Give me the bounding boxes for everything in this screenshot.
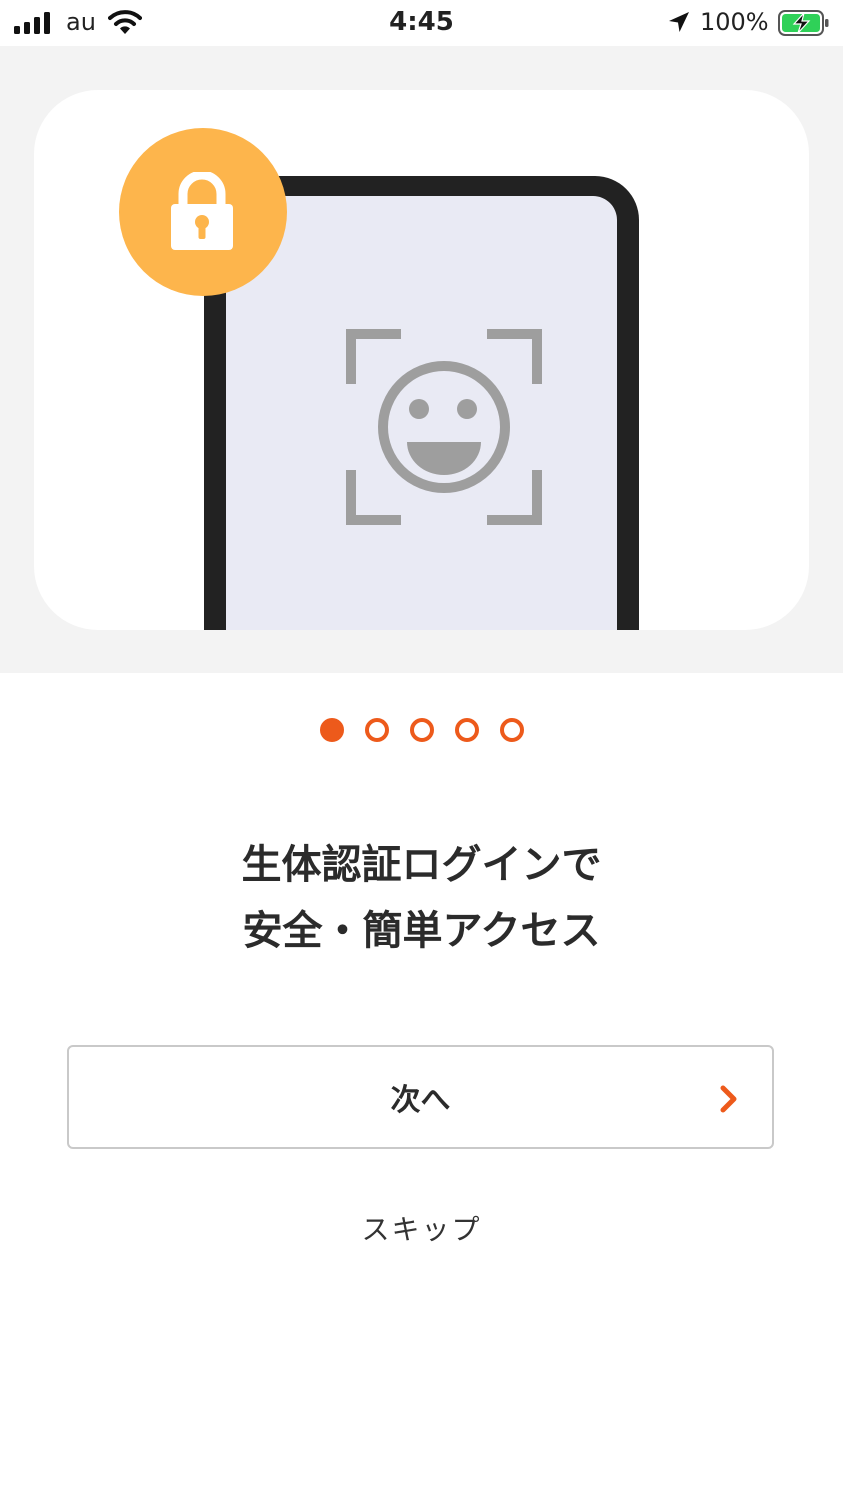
lock-icon — [171, 172, 233, 250]
onboarding-screen: au 4:45 100% 生体認証ログインで 安全・簡単アクセス 次へ スキップ — [0, 0, 843, 1499]
status-bar: au 4:45 100% — [0, 0, 843, 46]
skip-link[interactable]: スキップ — [0, 1208, 843, 1248]
location-arrow-icon — [669, 12, 689, 32]
chevron-right-icon — [720, 1085, 737, 1113]
page-dot-4[interactable] — [454, 718, 479, 742]
lock-badge — [119, 128, 287, 296]
page-dot-3[interactable] — [409, 718, 434, 742]
onboarding-headline: 生体認証ログインで 安全・簡単アクセス — [0, 832, 843, 964]
hero-illustration-area — [0, 46, 843, 673]
headline-line-1: 生体認証ログインで — [241, 842, 602, 888]
next-button[interactable]: 次へ — [67, 1045, 774, 1149]
next-button-label: 次へ — [390, 1083, 451, 1118]
page-indicator — [0, 718, 843, 744]
face-id-scan-icon — [346, 329, 542, 525]
headline-line-2: 安全・簡単アクセス — [242, 908, 601, 954]
battery-charging-icon — [778, 10, 829, 36]
page-dot-1-active[interactable] — [319, 718, 344, 742]
battery-percentage: 100% — [700, 8, 769, 36]
phone-screen — [226, 196, 617, 630]
page-dot-5[interactable] — [499, 718, 524, 742]
page-dot-2[interactable] — [364, 718, 389, 742]
hero-card — [34, 90, 809, 630]
